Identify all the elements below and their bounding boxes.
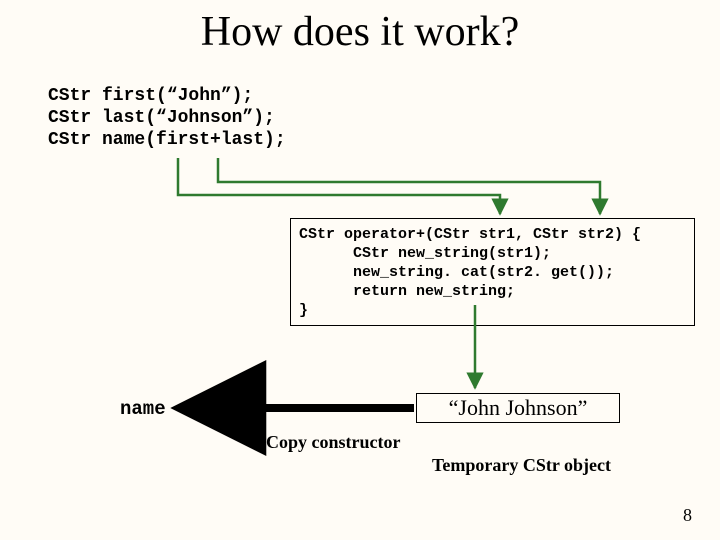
slide-title: How does it work? <box>0 8 720 56</box>
copy-constructor-label: Copy constructor <box>266 432 400 453</box>
fn-close: } <box>299 302 308 319</box>
decl-line-3: CStr name(first+last); <box>48 130 286 150</box>
temporary-object-label: Temporary CStr object <box>432 455 611 476</box>
result-box: “John Johnson” <box>416 393 620 423</box>
code-declarations: CStr first(“John”); CStr last(“Johnson”)… <box>48 85 286 151</box>
fn-body-3: return new_string; <box>299 283 515 300</box>
arrow-last-to-str2 <box>218 158 600 214</box>
page-number: 8 <box>683 505 692 526</box>
name-variable-label: name <box>120 398 166 420</box>
operator-function-box: CStr operator+(CStr str1, CStr str2) { C… <box>290 218 695 326</box>
fn-signature: CStr operator+(CStr str1, CStr str2) { <box>299 226 641 243</box>
slide: How does it work? CStr first(“John”); CS… <box>0 0 720 540</box>
fn-body-1: CStr new_string(str1); <box>299 245 551 262</box>
fn-body-2: new_string. cat(str2. get()); <box>299 264 614 281</box>
arrow-first-to-str1 <box>178 158 500 214</box>
decl-line-1: CStr first(“John”); <box>48 86 253 106</box>
decl-line-2: CStr last(“Johnson”); <box>48 108 275 128</box>
